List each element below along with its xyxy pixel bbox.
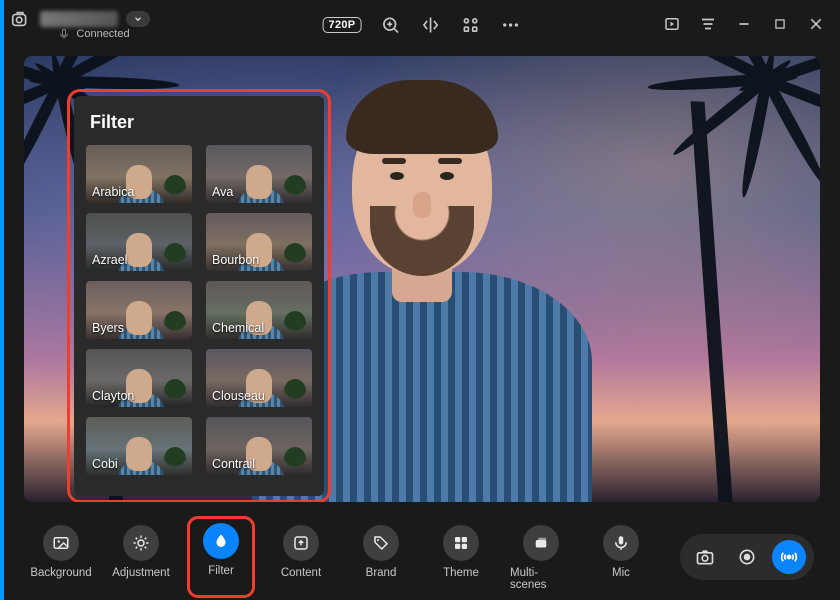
filter-item-label: Ava	[212, 185, 233, 199]
tool-label: Content	[281, 567, 321, 579]
titlebar-center-controls: 720P	[323, 14, 522, 36]
filter-item-label: Contrail	[212, 457, 255, 471]
filter-grid: Arabica Ava Azrael Bourbon Byers Chemical Clay…	[86, 145, 312, 475]
tool-brand[interactable]: Brand	[350, 519, 412, 595]
titlebar: Connected 720P	[4, 0, 840, 48]
filter-panel-title: Filter	[86, 112, 312, 133]
mic-icon	[603, 525, 639, 561]
filter-item-label: Cobi	[92, 457, 118, 471]
tool-multi-scenes[interactable]: Multi-scenes	[510, 519, 572, 595]
close-button[interactable]	[806, 14, 826, 34]
tool-label: Theme	[443, 567, 479, 579]
account-name-redacted	[40, 11, 118, 27]
tool-adjustment[interactable]: Adjustment	[110, 519, 172, 595]
tool-label: Adjustment	[112, 567, 170, 579]
drop-icon	[203, 523, 239, 559]
minimize-button[interactable]	[734, 14, 754, 34]
more-icon[interactable]	[499, 14, 521, 36]
capture-controls	[680, 534, 814, 580]
filter-item-clayton[interactable]: Clayton	[86, 349, 192, 407]
filter-item-label: Chemical	[212, 321, 264, 335]
broadcast-button[interactable]	[772, 540, 806, 574]
image-icon	[43, 525, 79, 561]
mic-mini-icon	[58, 28, 70, 40]
filter-item-label: Clouseau	[212, 389, 265, 403]
recordings-icon[interactable]	[662, 14, 682, 34]
layout-grid-icon[interactable]	[459, 14, 481, 36]
filter-item-contrail[interactable]: Contrail	[206, 417, 312, 475]
filter-item-arabica[interactable]: Arabica	[86, 145, 192, 203]
resolution-badge[interactable]: 720P	[323, 17, 362, 33]
tool-label: Background	[30, 567, 91, 579]
tool-background[interactable]: Background	[30, 519, 92, 595]
filter-item-label: Azrael	[92, 253, 127, 267]
filter-item-clouseau[interactable]: Clouseau	[206, 349, 312, 407]
filter-item-cobi[interactable]: Cobi	[86, 417, 192, 475]
connection-status: Connected	[58, 28, 129, 40]
upload-icon	[283, 525, 319, 561]
filter-item-bourbon[interactable]: Bourbon	[206, 213, 312, 271]
tool-label: Mic	[612, 567, 630, 579]
filter-item-azrael[interactable]: Azrael	[86, 213, 192, 271]
filter-panel: Filter Arabica Ava Azrael Bourbon Byers Chemi…	[74, 96, 324, 496]
filter-item-chemical[interactable]: Chemical	[206, 281, 312, 339]
camera-source-icon[interactable]	[10, 8, 32, 30]
maximize-button[interactable]	[770, 14, 790, 34]
tool-filter[interactable]: Filter	[190, 519, 252, 595]
tool-theme[interactable]: Theme	[430, 519, 492, 595]
filter-item-ava[interactable]: Ava	[206, 145, 312, 203]
tag-icon	[363, 525, 399, 561]
snapshot-button[interactable]	[688, 540, 722, 574]
layers-icon	[523, 525, 559, 561]
tool-content[interactable]: Content	[270, 519, 332, 595]
connection-status-label: Connected	[76, 28, 129, 40]
mirror-icon[interactable]	[419, 14, 441, 36]
tool-label: Brand	[366, 567, 397, 579]
zoom-in-icon[interactable]	[379, 14, 401, 36]
account-dropdown[interactable]	[126, 11, 150, 27]
video-preview: Filter Arabica Ava Azrael Bourbon Byers Chemi…	[24, 56, 820, 502]
record-button[interactable]	[730, 540, 764, 574]
tool-label: Filter	[208, 565, 234, 577]
filter-item-label: Clayton	[92, 389, 134, 403]
filter-item-label: Bourbon	[212, 253, 259, 267]
window-controls	[662, 14, 826, 34]
filter-item-label: Arabica	[92, 185, 134, 199]
sun-icon	[123, 525, 159, 561]
titlebar-left: Connected	[10, 8, 150, 40]
bottom-toolbar: Background Adjustment Filter Content Brand Th…	[4, 514, 840, 600]
tool-list: Background Adjustment Filter Content Brand Th…	[30, 519, 652, 595]
grid-icon	[443, 525, 479, 561]
filter-item-byers[interactable]: Byers	[86, 281, 192, 339]
menu-icon[interactable]	[698, 14, 718, 34]
tool-label: Multi-scenes	[510, 567, 572, 591]
filter-item-label: Byers	[92, 321, 124, 335]
tool-mic[interactable]: Mic	[590, 519, 652, 595]
